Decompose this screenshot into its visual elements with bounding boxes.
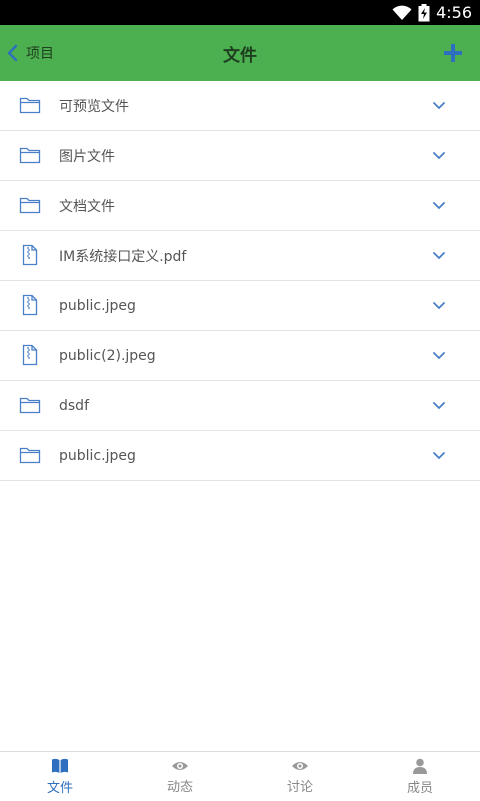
folder-icon — [19, 97, 41, 114]
tab-activity[interactable]: 动态 — [120, 752, 240, 801]
file-name: public.jpeg — [59, 447, 136, 464]
eye-icon — [292, 761, 308, 770]
list-item[interactable]: 可预览文件 — [0, 81, 480, 131]
file-name: 文档文件 — [59, 198, 115, 215]
status-bar: 4:56 — [0, 0, 480, 25]
chevron-left-icon — [7, 44, 18, 62]
chevron-down-icon[interactable] — [430, 349, 448, 363]
chevron-down-icon[interactable] — [430, 249, 448, 263]
folder-icon — [19, 447, 41, 464]
file-list: 可预览文件 图片文件 文档文件 IM系统接口定义.pdf public.jpeg… — [0, 81, 480, 481]
back-button[interactable]: 项目 — [6, 25, 54, 81]
battery-icon — [418, 3, 430, 21]
file-name: dsdf — [59, 397, 89, 414]
tab-members[interactable]: 成员 — [360, 752, 480, 801]
chevron-down-icon[interactable] — [430, 299, 448, 313]
file-name: IM系统接口定义.pdf — [59, 248, 187, 265]
page-title: 文件 — [223, 45, 257, 66]
chevron-down-icon[interactable] — [430, 99, 448, 113]
tab-label: 成员 — [406, 780, 433, 796]
folder-icon — [19, 147, 41, 164]
tab-discussion[interactable]: 讨论 — [240, 752, 360, 801]
tab-files[interactable]: 文件 — [0, 752, 120, 801]
chevron-down-icon[interactable] — [430, 199, 448, 213]
wifi-icon — [392, 5, 412, 20]
file-name: public.jpeg — [59, 297, 136, 314]
list-item[interactable]: dsdf — [0, 381, 480, 431]
zip-file-icon — [22, 244, 38, 266]
chevron-down-icon[interactable] — [430, 149, 448, 163]
app-header: 项目 文件 — [0, 25, 480, 81]
zip-file-icon — [22, 294, 38, 316]
tab-label: 讨论 — [286, 779, 313, 795]
list-item[interactable]: public.jpeg — [0, 281, 480, 331]
book-icon — [52, 758, 68, 773]
back-label: 项目 — [26, 46, 54, 62]
folder-icon — [19, 397, 41, 414]
eye-icon — [172, 761, 188, 770]
file-name: 图片文件 — [59, 148, 115, 165]
plus-icon — [444, 44, 462, 62]
status-time: 4:56 — [436, 3, 472, 22]
person-icon — [413, 758, 427, 774]
tab-label: 动态 — [166, 779, 193, 795]
list-item[interactable]: 文档文件 — [0, 181, 480, 231]
zip-file-icon — [22, 344, 38, 366]
list-item[interactable]: public(2).jpeg — [0, 331, 480, 381]
add-button[interactable] — [440, 40, 466, 66]
tab-label: 文件 — [46, 780, 73, 796]
list-item[interactable]: 图片文件 — [0, 131, 480, 181]
chevron-down-icon[interactable] — [430, 399, 448, 413]
bottom-tab-bar: 文件 动态 讨论 成员 — [0, 751, 480, 801]
list-item[interactable]: public.jpeg — [0, 431, 480, 481]
file-name: 可预览文件 — [59, 98, 129, 115]
file-name: public(2).jpeg — [59, 347, 156, 364]
chevron-down-icon[interactable] — [430, 449, 448, 463]
list-item[interactable]: IM系统接口定义.pdf — [0, 231, 480, 281]
folder-icon — [19, 197, 41, 214]
